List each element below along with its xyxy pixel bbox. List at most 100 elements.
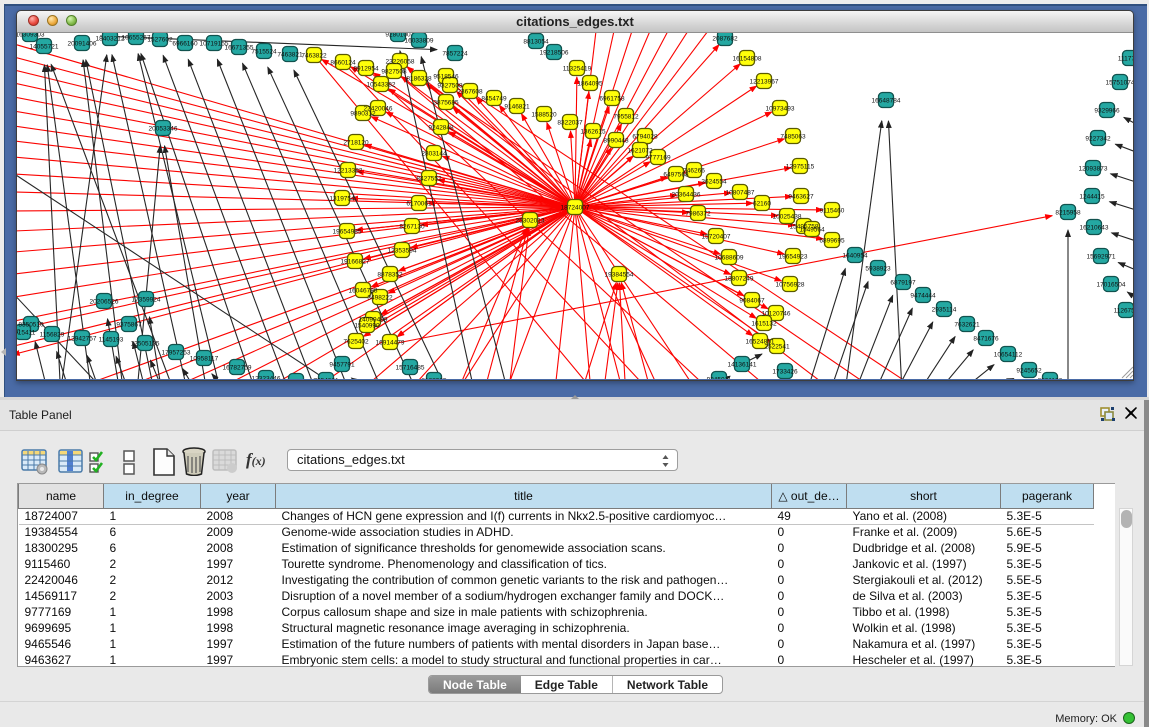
svg-text:1362615: 1362615 [580,129,606,136]
svg-text:8660124: 8660124 [330,60,356,67]
svg-text:19384554: 19384554 [605,272,634,279]
svg-text:14136141: 14136141 [728,362,757,369]
svg-text:1621072: 1621072 [627,148,653,155]
svg-text:9457791: 9457791 [329,362,355,369]
svg-text:7463821: 7463821 [277,52,303,59]
svg-text:1117704: 1117704 [1118,56,1133,63]
svg-text:2522541: 2522541 [764,344,790,351]
svg-text:18724007: 18724007 [561,205,590,212]
svg-text:20053346: 20053346 [149,126,178,133]
svg-text:15692971: 15692971 [1087,254,1116,261]
svg-text:12942757: 12942757 [68,336,97,343]
svg-text:1549564: 1549564 [799,227,825,234]
svg-text:1540990: 1540990 [354,323,380,330]
svg-text:1615132: 1615132 [751,321,777,328]
svg-text:7485063: 7485063 [780,134,806,141]
svg-text:1864095: 1864095 [577,81,603,88]
svg-text:16914479: 16914479 [376,340,405,347]
svg-text:2803144: 2803144 [421,151,447,158]
svg-text:8471676: 8471676 [973,336,999,343]
svg-text:12093873: 12093873 [1079,166,1108,173]
svg-text:18807249: 18807249 [725,276,754,283]
svg-text:8878352: 8878352 [377,272,403,279]
svg-text:8186328: 8186328 [406,76,432,83]
svg-text:8123905: 8123905 [421,378,447,380]
svg-text:10654112: 10654112 [994,352,1023,359]
svg-text:10120746: 10120746 [762,311,791,318]
svg-text:20364436: 20364436 [672,192,701,199]
svg-text:10958117: 10958117 [190,356,219,363]
svg-text:8301123: 8301123 [1038,378,1063,380]
svg-text:10807487: 10807487 [726,190,755,197]
svg-text:6899695: 6899695 [819,238,845,245]
svg-text:11325419: 11325419 [563,66,592,73]
svg-text:12323446: 12323446 [252,376,281,380]
svg-text:1126753: 1126753 [1114,308,1133,315]
svg-text:1156829: 1156829 [40,332,65,339]
svg-text:9242848: 9242848 [428,125,454,132]
svg-text:5938923: 5938923 [865,266,891,273]
svg-text:7986372: 7986372 [685,211,711,218]
svg-text:9375867: 9375867 [116,322,142,329]
svg-text:6966160: 6966160 [172,41,198,48]
svg-text:1244415: 1244415 [1079,194,1105,201]
svg-text:18403212: 18403212 [96,36,125,43]
svg-text:6170061: 6170061 [406,201,432,208]
svg-text:7857224: 7857224 [442,51,468,58]
svg-text:6961758: 6961758 [599,96,625,103]
svg-text:3267110: 3267110 [17,329,21,336]
svg-text:2718120: 2718120 [343,140,369,147]
svg-text:8990448: 8990448 [603,138,629,145]
svg-text:10756928: 10756928 [776,282,805,289]
svg-text:7515524: 7515524 [251,49,277,56]
svg-text:9777169: 9777169 [645,155,671,162]
svg-text:8322037: 8322037 [557,120,583,127]
svg-text:8215958: 8215958 [1055,210,1081,217]
svg-text:8813054: 8813054 [523,39,549,46]
svg-text:23226058: 23226058 [386,59,415,66]
svg-text:15716485: 15716485 [396,365,425,372]
svg-text:10025438: 10025438 [773,214,802,221]
svg-text:3875685: 3875685 [433,100,459,107]
svg-text:9463627: 9463627 [788,194,814,201]
svg-text:9245652: 9245652 [1016,368,1042,375]
svg-text:2367608: 2367608 [457,89,483,96]
svg-text:3498222: 3498222 [367,295,393,302]
svg-text:16782759: 16782759 [223,365,252,372]
svg-text:20091406: 20091406 [68,41,97,48]
svg-text:8912954: 8912954 [353,66,379,73]
svg-text:62160: 62160 [753,201,771,208]
svg-text:8267130: 8267130 [399,224,425,231]
svg-text:1640954: 1640954 [842,253,868,260]
svg-text:16033809: 16033809 [405,38,434,45]
svg-text:1588520: 1588520 [531,112,557,119]
svg-text:14055721: 14055721 [30,44,59,51]
svg-text:16648784: 16648784 [872,98,901,105]
svg-text:8350510: 8350510 [18,322,44,329]
svg-text:19218506: 19218506 [540,50,569,57]
svg-text:25302013: 25302013 [516,218,545,225]
svg-text:10973493: 10973493 [766,106,795,113]
svg-text:9115460: 9115460 [820,208,845,215]
svg-text:10688609: 10688609 [715,255,744,262]
svg-text:7632621: 7632621 [954,322,980,329]
svg-text:7955812: 7955812 [613,114,639,121]
svg-text:3624554: 3624554 [701,179,727,186]
svg-text:9227342: 9227342 [1085,136,1111,143]
svg-text:1733426: 1733426 [772,369,798,376]
svg-text:20206526: 20206526 [90,299,119,306]
svg-text:2935114: 2935114 [932,307,957,314]
svg-text:6879197: 6879197 [890,280,916,287]
svg-text:9827508: 9827508 [381,69,407,76]
svg-text:15751074: 15751074 [1106,80,1133,87]
svg-text:746266: 746266 [683,168,705,175]
svg-text:7654021: 7654021 [313,378,339,380]
svg-text:17359924: 17359924 [132,297,161,304]
svg-text:1319754: 1319754 [329,196,355,203]
svg-text:9329966: 9329966 [1094,108,1120,115]
svg-text:12975115: 12975115 [786,164,815,171]
svg-text:12213967: 12213967 [750,79,779,86]
svg-text:19654985: 19654985 [333,229,362,236]
svg-text:1527602: 1527602 [147,37,173,44]
svg-text:12353594: 12353594 [388,248,417,255]
